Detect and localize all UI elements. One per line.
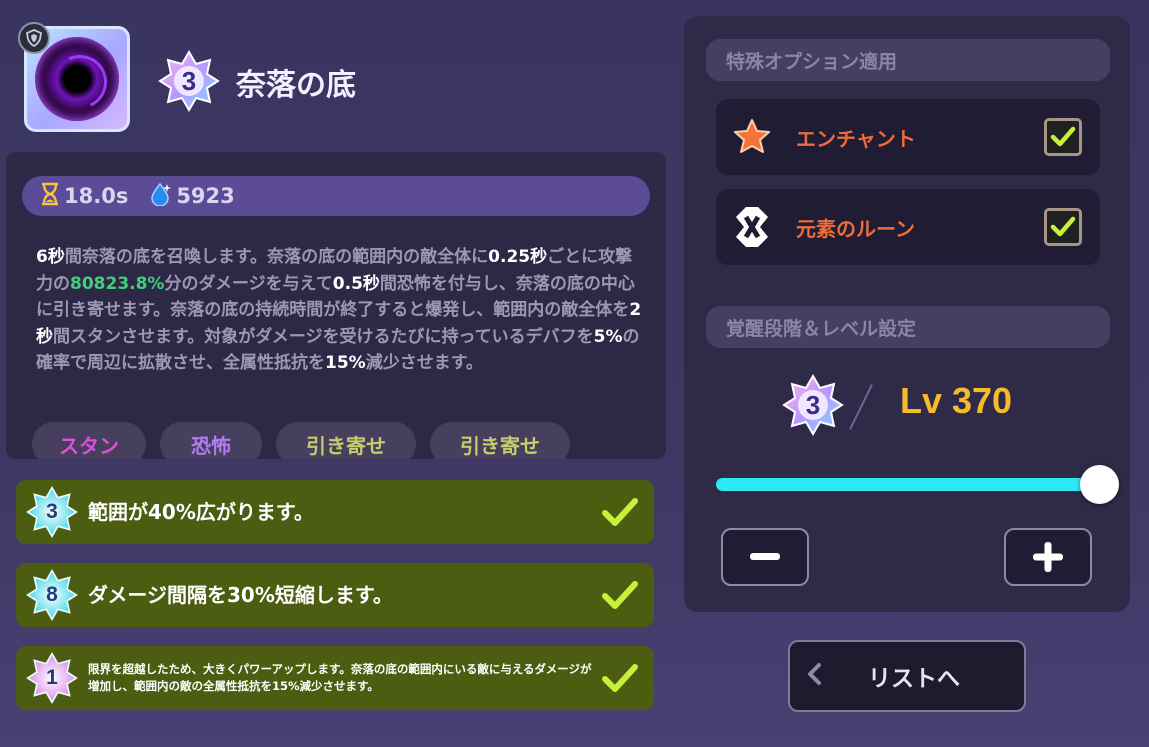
enhancement-level: 3 xyxy=(46,500,58,523)
awakening-star-icon: 3 xyxy=(158,50,220,112)
skill-title: 奈落の底 xyxy=(236,68,356,103)
description-highlight: 6秒 xyxy=(36,247,65,267)
enchant-checkbox[interactable] xyxy=(1044,118,1082,156)
enhancement-star-icon: 3 xyxy=(26,486,78,538)
effect-tags: スタン 恐怖 引き寄せ 引き寄せ xyxy=(32,422,570,459)
rune-icon xyxy=(730,205,774,249)
enhancement-text: 限界を超越したため、大きくパワーアップします。奈落の底の範囲内にいる敵に与えるダ… xyxy=(88,662,592,693)
star-icon xyxy=(730,115,774,159)
enhancement-text: ダメージ間隔を30%短縮します。 xyxy=(88,582,393,607)
effect-tag: 引き寄せ xyxy=(276,422,416,459)
awakening-star-icon[interactable]: 3 xyxy=(782,374,844,436)
effect-tag: 恐怖 xyxy=(160,422,262,459)
enhancement-level: 1 xyxy=(46,666,58,689)
description-highlight: 15% xyxy=(325,353,366,374)
description-text: 間スタンさせます。対象がダメージを受けるたびに持っているデバフを xyxy=(53,326,594,347)
level-value: Lv 370 xyxy=(900,380,1013,421)
description-text: 減少させます。 xyxy=(365,353,484,374)
enhancement-row: 3 範囲が40%広がります。 xyxy=(16,480,654,544)
description-highlight: 80823.8% xyxy=(70,273,165,294)
cooldown-value: 18.0s xyxy=(64,184,129,208)
mana-drop-icon xyxy=(150,182,172,211)
description-panel: 18.0s 5923 6秒間奈落の底を召喚します。奈落の底の範囲内の敵全体に0.… xyxy=(6,152,666,459)
stat-bar: 18.0s 5923 xyxy=(22,176,650,216)
enhancement-row: 1 限界を超越したため、大きくパワーアップします。奈落の底の範囲内にいる敵に与える… xyxy=(16,646,654,710)
effect-tag: 引き寄せ xyxy=(430,422,570,459)
option-element-rune[interactable]: 元素のルーン xyxy=(716,189,1100,265)
checkmark-icon xyxy=(602,498,638,526)
plus-icon xyxy=(1033,542,1063,572)
chevron-left-icon xyxy=(806,659,822,694)
awakening-level: 3 xyxy=(181,65,197,96)
option-label: 元素のルーン xyxy=(796,216,915,241)
level-settings-header: 覚醒段階＆レベル設定 xyxy=(706,306,1110,348)
enhancement-row: 8 ダメージ間隔を30%短縮します。 xyxy=(16,563,654,627)
special-options-header: 特殊オプション適用 xyxy=(706,39,1110,81)
rune-checkbox[interactable] xyxy=(1044,208,1082,246)
enhancement-level: 8 xyxy=(46,583,58,606)
checkmark-icon xyxy=(602,581,638,609)
effect-tag: スタン xyxy=(32,422,146,459)
hourglass-icon xyxy=(40,182,60,211)
enhancement-star-icon: 8 xyxy=(26,569,78,621)
description-text: 間奈落の底を召喚します。奈落の底の範囲内の敵全体に xyxy=(64,247,489,267)
description-highlight: 0.25秒 xyxy=(488,247,548,267)
mana-value: 5923 xyxy=(176,184,235,208)
option-enchant[interactable]: エンチャント xyxy=(716,99,1100,175)
skill-description: 6秒間奈落の底を召喚します。奈落の底の範囲内の敵全体に0.25秒ごとに攻撃力の8… xyxy=(36,244,648,377)
abyss-orb-icon xyxy=(35,37,119,121)
awakening-level: 3 xyxy=(805,389,821,420)
enhancement-text: 範囲が40%広がります。 xyxy=(88,499,314,524)
option-label: エンチャント xyxy=(796,126,916,151)
minus-icon xyxy=(750,553,780,560)
enhancement-star-icon: 1 xyxy=(26,652,78,704)
back-to-list-label: リストへ xyxy=(868,666,960,692)
description-highlight: 0.5秒 xyxy=(332,273,380,294)
level-slider-track[interactable] xyxy=(716,478,1100,491)
shield-icon xyxy=(18,22,50,54)
description-text: 分のダメージを与えて xyxy=(164,273,333,294)
increase-level-button[interactable] xyxy=(1004,528,1092,586)
checkmark-icon xyxy=(602,664,638,692)
decrease-level-button[interactable] xyxy=(721,528,809,586)
level-slider-thumb[interactable] xyxy=(1080,465,1119,504)
description-highlight: 5% xyxy=(593,326,623,347)
back-to-list-button[interactable]: リストへ xyxy=(788,640,1026,712)
